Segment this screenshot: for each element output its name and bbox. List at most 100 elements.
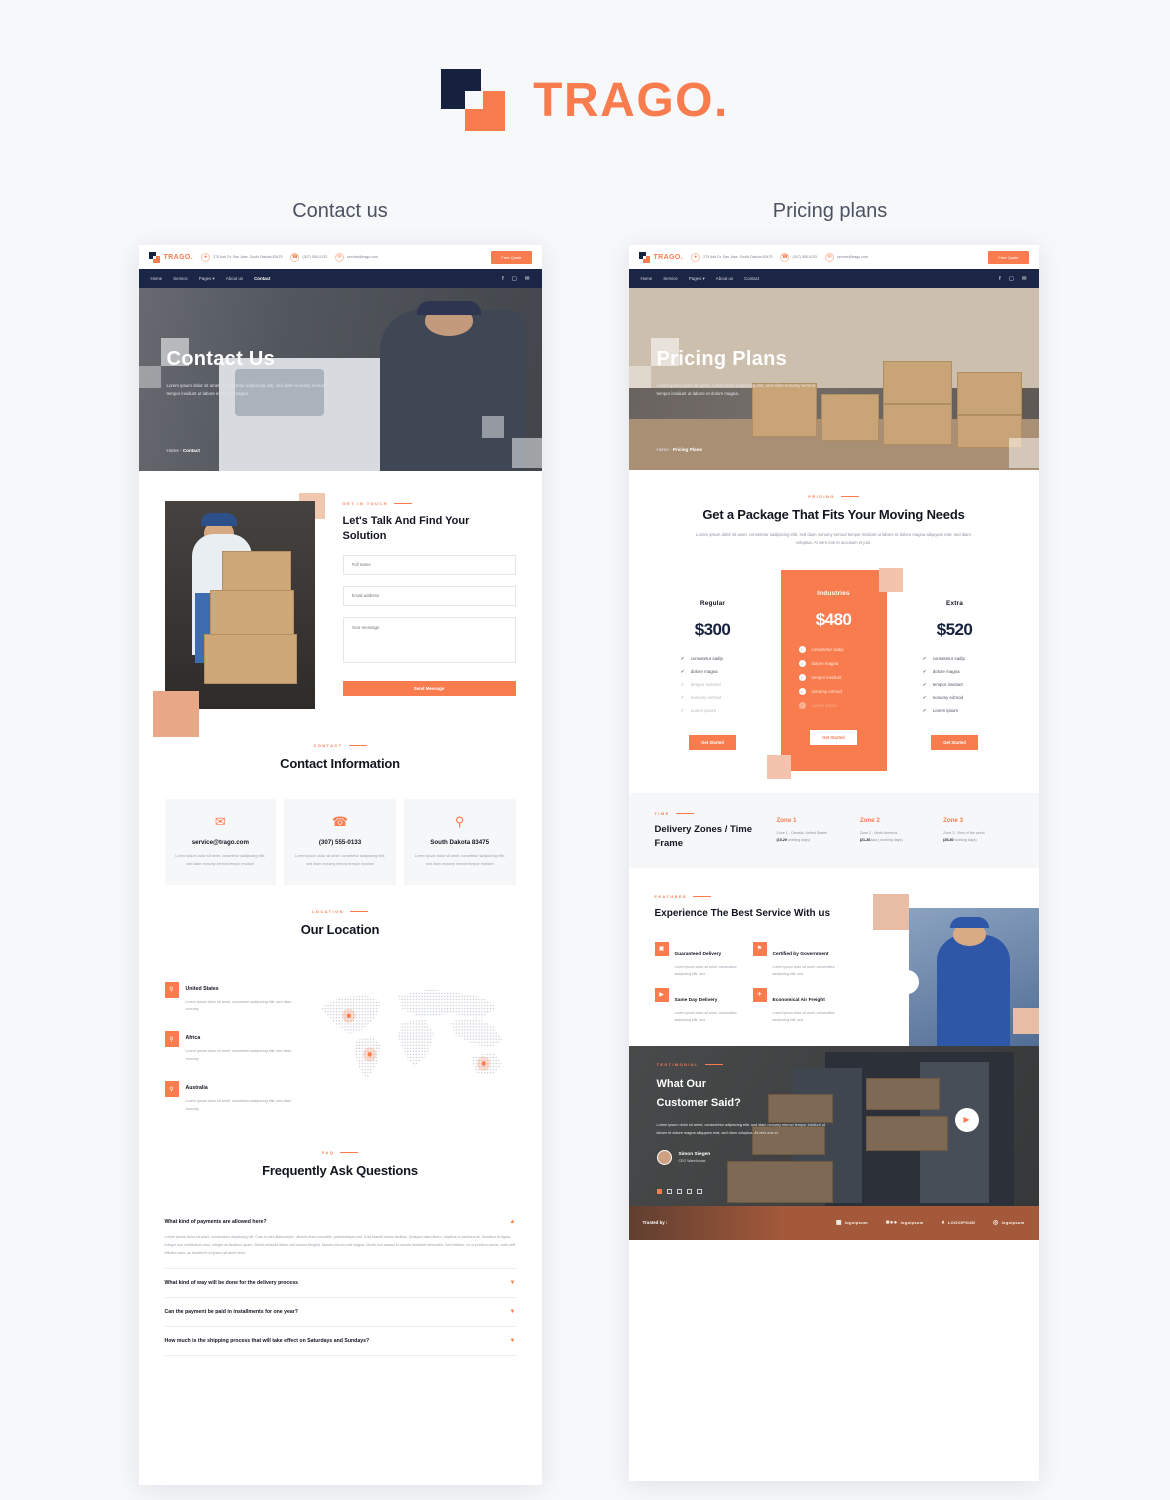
nav-item-pages[interactable]: Pages ▾ [199, 276, 215, 282]
fullname-input[interactable] [342, 554, 516, 575]
contact-column: Contact us TRAGO. ● 275 Ash Dr. San Jose… [138, 200, 542, 1485]
contact-card-value[interactable]: (307) 555-0133 [294, 839, 386, 846]
plan-price: $480 [815, 609, 852, 629]
topbar-email[interactable]: ✉ service@trago.com [825, 252, 869, 262]
instagram-icon[interactable]: ▢ [1009, 276, 1014, 282]
topbar-phone[interactable]: ☎ (307) 555-0133 [780, 252, 817, 262]
topbar-phone[interactable]: ☎ (307) 555-0133 [290, 252, 327, 262]
breadcrumb-home[interactable]: Home - [657, 447, 672, 452]
dot[interactable] [666, 1188, 672, 1194]
topbar-address-text: 275 Ash Dr. San Jose, South Dakota 83475 [213, 255, 283, 259]
twitter-icon[interactable]: ✉ [1022, 276, 1027, 282]
faq-question-row[interactable]: Can the payment be paid in installments … [165, 1309, 516, 1315]
location-pin-icon: ⚲ [164, 1031, 179, 1048]
free-quote-button[interactable]: Free Quote [491, 250, 532, 264]
accent-square [766, 754, 791, 779]
eyebrow-dash-icon [675, 812, 694, 814]
contact-card-value[interactable]: South Dakota 83475 [414, 839, 506, 846]
breadcrumb-home[interactable]: Home - [167, 448, 182, 453]
faq-item[interactable]: What kind of payments are allowed here? … [164, 1208, 516, 1270]
facebook-icon[interactable]: f [502, 276, 504, 282]
world-dotted-map[interactable] [307, 977, 516, 1089]
free-quote-button[interactable]: Free Quote [988, 250, 1029, 264]
pricing-card-extra: Extra $520 ✓ consetetur sadip ✓ dolore mag… [905, 586, 1005, 766]
box-check-icon: ▣ [654, 941, 669, 956]
faq-question-row[interactable]: How much is the shipping process that wi… [165, 1338, 516, 1344]
chevron-down-icon[interactable]: ▼ [510, 1309, 516, 1315]
location-item[interactable]: ⚲ United States Lorem ipsum dolor sit am… [164, 977, 293, 1014]
plan-price: $300 [694, 619, 731, 639]
faq-question-row[interactable]: What kind of way will be done for the de… [165, 1280, 516, 1286]
plan-feature: ✓ nonumy eirmod [922, 694, 963, 701]
zone-desc: Zone 3 - Rest of the world (25-30 working… [943, 830, 985, 843]
get-started-button[interactable]: Get Started [810, 729, 857, 745]
nav-item-service[interactable]: Service [173, 276, 188, 281]
chevron-down-icon[interactable]: ▼ [510, 1280, 516, 1286]
send-message-button[interactable]: Send Message [342, 680, 516, 696]
nav-item-service[interactable]: Service [663, 276, 678, 281]
topbar-email-text: service@trago.com [837, 255, 869, 259]
nav-item-home[interactable]: Home [151, 276, 163, 281]
twitter-icon[interactable]: ✉ [525, 276, 530, 282]
chevron-down-icon[interactable]: ▼ [510, 1338, 516, 1344]
get-started-button[interactable]: Get Started [931, 734, 978, 750]
plan-features: ✓ consetetur sadip ✓ dolore magna ✓ tempor … [781, 645, 887, 709]
play-button-icon[interactable]: ▶ [908, 970, 919, 995]
certificate-icon: ⚑ [752, 941, 767, 956]
location-desc: Lorem ipsum dolor sit amet, consetetur s… [185, 999, 292, 1011]
instagram-icon[interactable]: ▢ [512, 276, 517, 282]
eyebrow-dash-icon [348, 745, 367, 746]
plan-feature: ✓ tempor invidunt [680, 681, 721, 688]
nav-item-home[interactable]: Home [641, 276, 653, 281]
chevron-up-icon[interactable]: ▲ [510, 1219, 516, 1225]
dot[interactable] [686, 1188, 692, 1194]
trago-squares-logo [441, 69, 507, 131]
nav-item-contact[interactable]: Contact [744, 276, 759, 281]
section-eyebrow: FAQ [165, 1150, 516, 1155]
dot[interactable] [696, 1188, 702, 1194]
nav-item-contact[interactable]: Contact [254, 276, 270, 281]
faq-question-row[interactable]: What kind of payments are allowed here? … [165, 1219, 516, 1225]
testimonial-pagination-dots[interactable] [656, 1188, 702, 1194]
play-button-icon[interactable]: ▶ [954, 1107, 979, 1132]
hero-accent-block [1008, 438, 1039, 468]
location-item[interactable]: ⚲ Africa Lorem ipsum dolor sit amet, con… [164, 1026, 293, 1063]
partner-logo-1[interactable]: ▦ logoipsum [836, 1219, 868, 1226]
faq-question: Can the payment be paid in installments … [164, 1309, 298, 1316]
eyebrow-text: TESTIMONIAL [656, 1061, 700, 1067]
faq-item[interactable]: Can the payment be paid in installments … [164, 1298, 516, 1328]
faq-item[interactable]: How much is the shipping process that wi… [164, 1327, 516, 1357]
pillar-icon: ♦ [941, 1219, 945, 1226]
partner-logo-3[interactable]: ♦ LOGOIPSUM [942, 1220, 976, 1226]
trago-squares-logo-small [148, 251, 160, 263]
dot-active[interactable] [656, 1188, 662, 1194]
dot[interactable] [676, 1188, 682, 1194]
faq-item[interactable]: What kind of way will be done for the de… [164, 1269, 516, 1299]
section-title: Delivery Zones / Time Frame [654, 823, 753, 849]
nav-item-about-us[interactable]: About us [226, 276, 243, 281]
contact-card-value[interactable]: service@trago.com [175, 839, 267, 846]
get-started-button[interactable]: Get Started [689, 734, 736, 750]
testimonial-title-line1: What Our [656, 1077, 707, 1090]
faq-list: What kind of payments are allowed here? … [139, 1202, 542, 1357]
nav-item-pages[interactable]: Pages ▾ [689, 276, 705, 282]
hero-subtitle: Lorem ipsum dolor sit amet, consectetur … [166, 383, 326, 397]
location-item[interactable]: ⚲ Australia Lorem ipsum dolor sit amet, … [164, 1076, 293, 1113]
topbar-email[interactable]: ✉ service@trago.com [335, 252, 378, 262]
partner-logo-2[interactable]: ■●● logoipsum [886, 1220, 924, 1226]
feature-title: Economical Air Freight [772, 997, 825, 1003]
facebook-icon[interactable]: f [999, 276, 1001, 282]
email-input[interactable] [342, 585, 516, 606]
section-eyebrow: CONTACT [165, 743, 516, 748]
check-icon: ✓ [680, 694, 685, 701]
nav-item-about-us[interactable]: About us [716, 276, 733, 281]
section-title: Contact Information [280, 756, 400, 771]
feature-economical-air-freight: ✈ Economical Air Freight Lorem ipsum dol… [752, 987, 839, 1024]
topbar-logo[interactable]: TRAGO. [148, 251, 194, 263]
our-location-section: LOCATION Our Location [139, 885, 542, 961]
message-textarea[interactable] [342, 616, 516, 663]
breadcrumb-current: Contact [182, 448, 200, 453]
pricing-hero: Pricing Plans Lorem ipsum dolor sit amet… [628, 288, 1039, 470]
partner-logo-4[interactable]: ◎ logoipsum [993, 1219, 1024, 1226]
topbar-logo[interactable]: TRAGO. [638, 251, 684, 263]
